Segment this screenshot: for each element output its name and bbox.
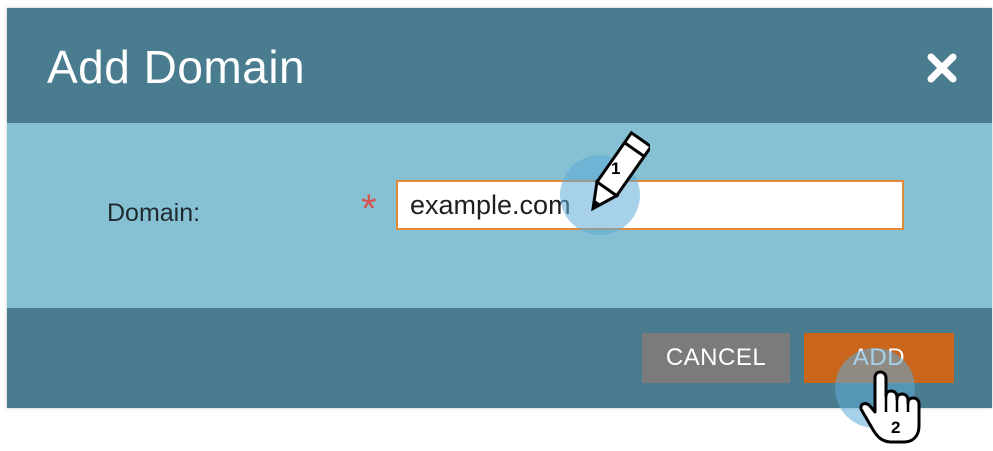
- dialog-title: Add Domain: [47, 41, 306, 93]
- domain-input[interactable]: [396, 180, 904, 230]
- dialog-footer: CANCEL ADD: [7, 308, 992, 408]
- dialog-header: Add Domain: [7, 8, 992, 123]
- close-icon[interactable]: [922, 48, 962, 88]
- required-asterisk: *: [361, 187, 377, 231]
- domain-label: Domain:: [107, 199, 201, 227]
- cancel-button[interactable]: CANCEL: [642, 333, 790, 383]
- add-domain-dialog: Add Domain Domain: * CANCEL ADD: [7, 8, 992, 408]
- dialog-body: Domain: *: [7, 123, 992, 308]
- step-2-number: 2: [891, 418, 901, 437]
- add-button[interactable]: ADD: [804, 333, 954, 383]
